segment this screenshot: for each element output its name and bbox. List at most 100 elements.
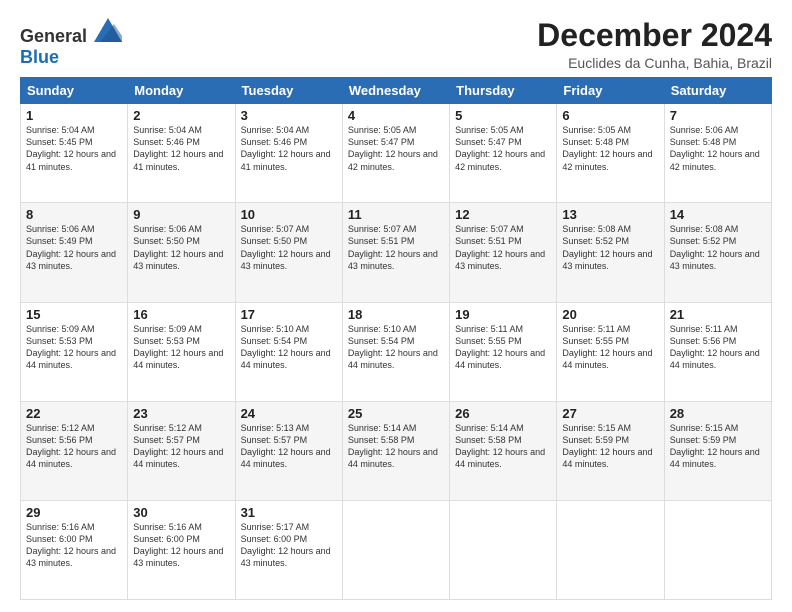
- day-info: Sunrise: 5:06 AMSunset: 5:48 PMDaylight:…: [670, 125, 760, 171]
- day-info: Sunrise: 5:05 AMSunset: 5:47 PMDaylight:…: [348, 125, 438, 171]
- table-row: 31 Sunrise: 5:17 AMSunset: 6:00 PMDaylig…: [235, 500, 342, 599]
- table-row: 6 Sunrise: 5:05 AMSunset: 5:48 PMDayligh…: [557, 104, 664, 203]
- table-row: 13 Sunrise: 5:08 AMSunset: 5:52 PMDaylig…: [557, 203, 664, 302]
- col-thursday: Thursday: [450, 78, 557, 104]
- table-row: 2 Sunrise: 5:04 AMSunset: 5:46 PMDayligh…: [128, 104, 235, 203]
- col-saturday: Saturday: [664, 78, 771, 104]
- table-row: [342, 500, 449, 599]
- day-info: Sunrise: 5:14 AMSunset: 5:58 PMDaylight:…: [455, 423, 545, 469]
- day-number: 6: [562, 108, 658, 123]
- day-info: Sunrise: 5:06 AMSunset: 5:49 PMDaylight:…: [26, 224, 116, 270]
- day-info: Sunrise: 5:13 AMSunset: 5:57 PMDaylight:…: [241, 423, 331, 469]
- logo-icon: [94, 18, 122, 42]
- day-number: 27: [562, 406, 658, 421]
- day-number: 3: [241, 108, 337, 123]
- day-info: Sunrise: 5:07 AMSunset: 5:50 PMDaylight:…: [241, 224, 331, 270]
- logo-general: General: [20, 26, 87, 46]
- day-number: 30: [133, 505, 229, 520]
- day-number: 9: [133, 207, 229, 222]
- week-row-5: 29 Sunrise: 5:16 AMSunset: 6:00 PMDaylig…: [21, 500, 772, 599]
- table-row: 1 Sunrise: 5:04 AMSunset: 5:45 PMDayligh…: [21, 104, 128, 203]
- table-row: 5 Sunrise: 5:05 AMSunset: 5:47 PMDayligh…: [450, 104, 557, 203]
- day-info: Sunrise: 5:04 AMSunset: 5:46 PMDaylight:…: [241, 125, 331, 171]
- col-friday: Friday: [557, 78, 664, 104]
- table-row: 12 Sunrise: 5:07 AMSunset: 5:51 PMDaylig…: [450, 203, 557, 302]
- day-info: Sunrise: 5:12 AMSunset: 5:56 PMDaylight:…: [26, 423, 116, 469]
- day-info: Sunrise: 5:16 AMSunset: 6:00 PMDaylight:…: [133, 522, 223, 568]
- table-row: 22 Sunrise: 5:12 AMSunset: 5:56 PMDaylig…: [21, 401, 128, 500]
- table-row: [557, 500, 664, 599]
- day-number: 22: [26, 406, 122, 421]
- day-number: 26: [455, 406, 551, 421]
- day-info: Sunrise: 5:07 AMSunset: 5:51 PMDaylight:…: [348, 224, 438, 270]
- table-row: 17 Sunrise: 5:10 AMSunset: 5:54 PMDaylig…: [235, 302, 342, 401]
- day-info: Sunrise: 5:12 AMSunset: 5:57 PMDaylight:…: [133, 423, 223, 469]
- table-row: 19 Sunrise: 5:11 AMSunset: 5:55 PMDaylig…: [450, 302, 557, 401]
- table-row: 20 Sunrise: 5:11 AMSunset: 5:55 PMDaylig…: [557, 302, 664, 401]
- day-number: 15: [26, 307, 122, 322]
- day-info: Sunrise: 5:14 AMSunset: 5:58 PMDaylight:…: [348, 423, 438, 469]
- day-info: Sunrise: 5:08 AMSunset: 5:52 PMDaylight:…: [562, 224, 652, 270]
- week-row-2: 8 Sunrise: 5:06 AMSunset: 5:49 PMDayligh…: [21, 203, 772, 302]
- day-info: Sunrise: 5:07 AMSunset: 5:51 PMDaylight:…: [455, 224, 545, 270]
- header-row: Sunday Monday Tuesday Wednesday Thursday…: [21, 78, 772, 104]
- day-info: Sunrise: 5:04 AMSunset: 5:45 PMDaylight:…: [26, 125, 116, 171]
- table-row: 28 Sunrise: 5:15 AMSunset: 5:59 PMDaylig…: [664, 401, 771, 500]
- table-row: 14 Sunrise: 5:08 AMSunset: 5:52 PMDaylig…: [664, 203, 771, 302]
- day-number: 20: [562, 307, 658, 322]
- day-info: Sunrise: 5:16 AMSunset: 6:00 PMDaylight:…: [26, 522, 116, 568]
- col-tuesday: Tuesday: [235, 78, 342, 104]
- day-info: Sunrise: 5:05 AMSunset: 5:47 PMDaylight:…: [455, 125, 545, 171]
- day-number: 19: [455, 307, 551, 322]
- day-info: Sunrise: 5:09 AMSunset: 5:53 PMDaylight:…: [26, 324, 116, 370]
- day-number: 7: [670, 108, 766, 123]
- table-row: 23 Sunrise: 5:12 AMSunset: 5:57 PMDaylig…: [128, 401, 235, 500]
- table-row: 9 Sunrise: 5:06 AMSunset: 5:50 PMDayligh…: [128, 203, 235, 302]
- day-number: 24: [241, 406, 337, 421]
- day-info: Sunrise: 5:10 AMSunset: 5:54 PMDaylight:…: [241, 324, 331, 370]
- day-number: 31: [241, 505, 337, 520]
- table-row: 29 Sunrise: 5:16 AMSunset: 6:00 PMDaylig…: [21, 500, 128, 599]
- table-row: 7 Sunrise: 5:06 AMSunset: 5:48 PMDayligh…: [664, 104, 771, 203]
- day-info: Sunrise: 5:11 AMSunset: 5:55 PMDaylight:…: [562, 324, 652, 370]
- table-row: [664, 500, 771, 599]
- day-number: 21: [670, 307, 766, 322]
- day-info: Sunrise: 5:08 AMSunset: 5:52 PMDaylight:…: [670, 224, 760, 270]
- table-row: 27 Sunrise: 5:15 AMSunset: 5:59 PMDaylig…: [557, 401, 664, 500]
- day-info: Sunrise: 5:15 AMSunset: 5:59 PMDaylight:…: [562, 423, 652, 469]
- table-row: 3 Sunrise: 5:04 AMSunset: 5:46 PMDayligh…: [235, 104, 342, 203]
- day-number: 17: [241, 307, 337, 322]
- table-row: 16 Sunrise: 5:09 AMSunset: 5:53 PMDaylig…: [128, 302, 235, 401]
- day-info: Sunrise: 5:17 AMSunset: 6:00 PMDaylight:…: [241, 522, 331, 568]
- day-info: Sunrise: 5:15 AMSunset: 5:59 PMDaylight:…: [670, 423, 760, 469]
- day-number: 23: [133, 406, 229, 421]
- table-row: 25 Sunrise: 5:14 AMSunset: 5:58 PMDaylig…: [342, 401, 449, 500]
- day-number: 1: [26, 108, 122, 123]
- day-number: 14: [670, 207, 766, 222]
- day-info: Sunrise: 5:11 AMSunset: 5:56 PMDaylight:…: [670, 324, 760, 370]
- day-number: 29: [26, 505, 122, 520]
- table-row: 15 Sunrise: 5:09 AMSunset: 5:53 PMDaylig…: [21, 302, 128, 401]
- day-info: Sunrise: 5:09 AMSunset: 5:53 PMDaylight:…: [133, 324, 223, 370]
- week-row-1: 1 Sunrise: 5:04 AMSunset: 5:45 PMDayligh…: [21, 104, 772, 203]
- table-row: 24 Sunrise: 5:13 AMSunset: 5:57 PMDaylig…: [235, 401, 342, 500]
- day-number: 10: [241, 207, 337, 222]
- table-row: 4 Sunrise: 5:05 AMSunset: 5:47 PMDayligh…: [342, 104, 449, 203]
- day-number: 16: [133, 307, 229, 322]
- day-number: 28: [670, 406, 766, 421]
- day-number: 4: [348, 108, 444, 123]
- col-sunday: Sunday: [21, 78, 128, 104]
- day-info: Sunrise: 5:04 AMSunset: 5:46 PMDaylight:…: [133, 125, 223, 171]
- table-row: 18 Sunrise: 5:10 AMSunset: 5:54 PMDaylig…: [342, 302, 449, 401]
- table-row: 26 Sunrise: 5:14 AMSunset: 5:58 PMDaylig…: [450, 401, 557, 500]
- day-info: Sunrise: 5:11 AMSunset: 5:55 PMDaylight:…: [455, 324, 545, 370]
- day-number: 13: [562, 207, 658, 222]
- week-row-3: 15 Sunrise: 5:09 AMSunset: 5:53 PMDaylig…: [21, 302, 772, 401]
- table-row: 21 Sunrise: 5:11 AMSunset: 5:56 PMDaylig…: [664, 302, 771, 401]
- header: General Blue December 2024 Euclides da C…: [20, 18, 772, 71]
- day-number: 25: [348, 406, 444, 421]
- day-number: 5: [455, 108, 551, 123]
- day-info: Sunrise: 5:06 AMSunset: 5:50 PMDaylight:…: [133, 224, 223, 270]
- day-number: 18: [348, 307, 444, 322]
- calendar-subtitle: Euclides da Cunha, Bahia, Brazil: [537, 55, 772, 71]
